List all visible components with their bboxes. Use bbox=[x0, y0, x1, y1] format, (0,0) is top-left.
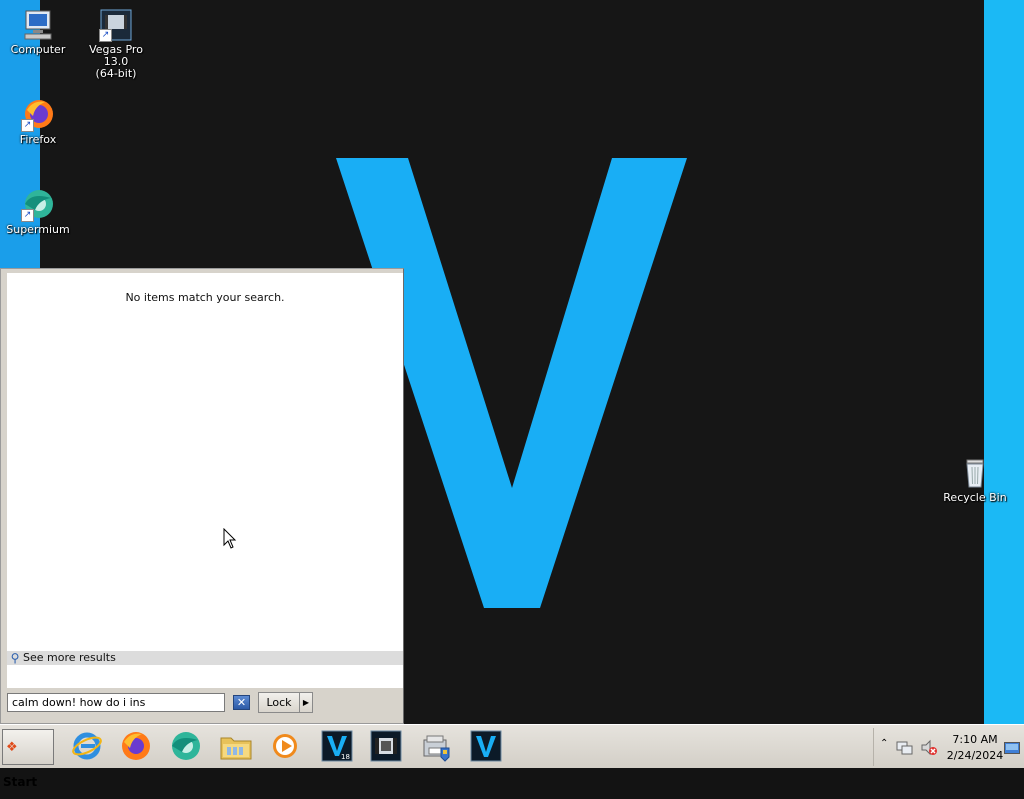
taskbar-app-control-panel[interactable] bbox=[419, 729, 453, 763]
desktop-icon-recycle-bin[interactable]: Recycle Bin bbox=[937, 456, 1013, 504]
film-strip-icon bbox=[370, 730, 402, 762]
lock-button[interactable]: Lock bbox=[258, 692, 300, 713]
start-search-row: ✕ Lock ▶ bbox=[7, 692, 401, 716]
shortcut-arrow-icon: ↗ bbox=[21, 119, 34, 132]
taskbar-app-supermium[interactable] bbox=[169, 729, 203, 763]
taskbar-app-vegas-18[interactable]: 18 bbox=[320, 729, 354, 763]
desktop-icon-label-line2: (64-bit) bbox=[95, 67, 137, 80]
magnifier-icon: ⚲ bbox=[10, 651, 20, 665]
taskbar-app-media-player[interactable] bbox=[268, 729, 302, 763]
taskbar-app-file-explorer[interactable] bbox=[219, 729, 253, 763]
firefox-icon bbox=[122, 732, 150, 760]
supermium-icon bbox=[172, 732, 200, 760]
supermium-icon: ↗ bbox=[21, 188, 55, 222]
vegas-pro-icon: ↗ bbox=[99, 8, 133, 42]
see-more-results-label: See more results bbox=[23, 651, 116, 664]
taskbar-app-vegas[interactable] bbox=[469, 729, 503, 763]
start-label: Start bbox=[3, 775, 38, 789]
desktop-icon-label-line1: Vegas Pro 13.0 bbox=[89, 43, 143, 68]
search-results-pane: No items match your search. bbox=[7, 273, 403, 688]
firefox-icon: ↗ bbox=[21, 98, 55, 132]
taskbar-app-firefox[interactable] bbox=[119, 729, 153, 763]
start-menu: No items match your search. ⚲ See more re… bbox=[0, 268, 404, 724]
desktop-icon-supermium[interactable]: ↗ Supermium bbox=[0, 188, 76, 236]
desktop-icon-label: Recycle Bin bbox=[943, 491, 1007, 504]
show-hidden-icons-chevron-icon[interactable]: ⌃ bbox=[880, 738, 888, 749]
lock-options-arrow-icon[interactable]: ▶ bbox=[299, 692, 313, 713]
folder-icon bbox=[220, 737, 252, 760]
taskbar: ❖ Start 18 ⌃ 7:10 AM 2/24/2024 bbox=[0, 724, 1024, 789]
desktop-icon-vegas-pro-13[interactable]: ↗ Vegas Pro 13.0 (64-bit) bbox=[78, 8, 154, 80]
show-desktop-icon[interactable] bbox=[1004, 742, 1020, 754]
control-panel-icon bbox=[423, 735, 450, 762]
vegas-18-icon: 18 bbox=[321, 730, 353, 762]
volume-muted-icon[interactable] bbox=[920, 739, 938, 757]
no-results-message: No items match your search. bbox=[125, 291, 285, 304]
see-more-results-link[interactable]: ⚲ See more results bbox=[7, 651, 403, 665]
clear-search-icon[interactable]: ✕ bbox=[233, 695, 250, 710]
desktop-icon-computer[interactable]: Computer bbox=[0, 8, 76, 56]
media-player-icon bbox=[273, 734, 297, 758]
internet-explorer-icon bbox=[72, 732, 102, 760]
desktop-icon-firefox[interactable]: ↗ Firefox bbox=[0, 98, 76, 146]
shortcut-arrow-icon: ↗ bbox=[99, 29, 112, 42]
clock-time[interactable]: 7:10 AM bbox=[944, 733, 1006, 746]
desktop-icon-label: Supermium bbox=[6, 223, 70, 236]
desktop-icon-label: Firefox bbox=[19, 133, 57, 146]
vegas-icon bbox=[470, 730, 502, 762]
vegas-18-badge: 18 bbox=[341, 753, 350, 761]
network-icon[interactable] bbox=[896, 740, 914, 756]
system-tray: ⌃ 7:10 AM 2/24/2024 bbox=[873, 728, 1024, 766]
desktop-icon-label: Computer bbox=[10, 43, 66, 56]
recycle-bin-icon bbox=[958, 456, 992, 490]
computer-icon bbox=[21, 8, 55, 42]
clock-date[interactable]: 2/24/2024 bbox=[944, 749, 1006, 762]
windows-flag-icon: ❖ bbox=[6, 740, 18, 755]
taskbar-app-vegas-13[interactable] bbox=[369, 729, 403, 763]
start-button[interactable]: ❖ Start bbox=[2, 729, 54, 789]
mouse-cursor-icon bbox=[223, 528, 237, 549]
taskbar-app-internet-explorer[interactable] bbox=[70, 729, 104, 763]
shortcut-arrow-icon: ↗ bbox=[21, 209, 34, 222]
start-search-input[interactable] bbox=[7, 693, 225, 712]
wallpaper-right-strip bbox=[984, 0, 1024, 724]
